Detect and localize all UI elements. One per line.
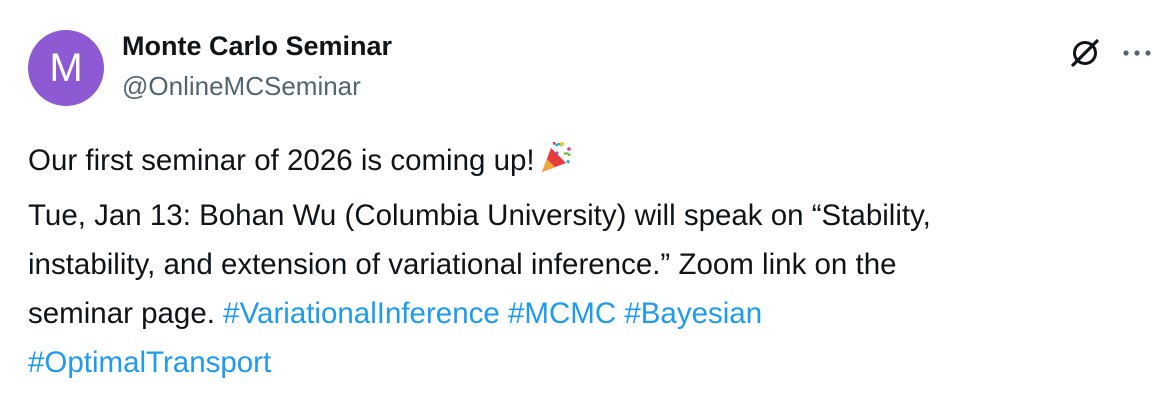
- user-handle[interactable]: @OnlineMCSeminar: [122, 68, 392, 104]
- party-popper-icon: [537, 138, 575, 191]
- display-name[interactable]: Monte Carlo Seminar: [122, 28, 392, 64]
- grok-icon: [1071, 39, 1099, 67]
- tweet-line-1-text: Our first seminar of 2026 is coming up!: [28, 144, 535, 177]
- hashtag-mcmc[interactable]: #MCMC: [508, 297, 616, 330]
- avatar[interactable]: M: [28, 30, 104, 106]
- hashtag-optimal-transport[interactable]: #OptimalTransport: [28, 346, 271, 379]
- tweet-card: M Monte Carlo Seminar @OnlineMCSeminar O…: [0, 0, 1176, 402]
- tweet-line-4-text: seminar page.: [28, 297, 215, 330]
- author-block: Monte Carlo Seminar @OnlineMCSeminar: [122, 28, 392, 104]
- tweet-line-2: Tue, Jan 13: Bohan Wu (Columbia Universi…: [28, 199, 931, 232]
- grok-button[interactable]: [1066, 34, 1104, 72]
- hashtag-bayesian[interactable]: #Bayesian: [624, 297, 762, 330]
- tweet-text: Our first seminar of 2026 is coming up! …: [28, 136, 1148, 387]
- tweet-line-5: #OptimalTransport: [28, 338, 1148, 387]
- tweet-line-1: Our first seminar of 2026 is coming up!: [28, 136, 1148, 191]
- tweet-line-4: seminar page. #VariationalInference #MCM…: [28, 289, 1148, 338]
- header-actions: [1066, 34, 1156, 72]
- hashtag-variational-inference[interactable]: #VariationalInference: [223, 297, 500, 330]
- tweet-line-3: instability, and extension of variationa…: [28, 248, 897, 281]
- more-icon: [1123, 50, 1151, 56]
- more-options-button[interactable]: [1118, 34, 1156, 72]
- avatar-letter: M: [49, 46, 83, 90]
